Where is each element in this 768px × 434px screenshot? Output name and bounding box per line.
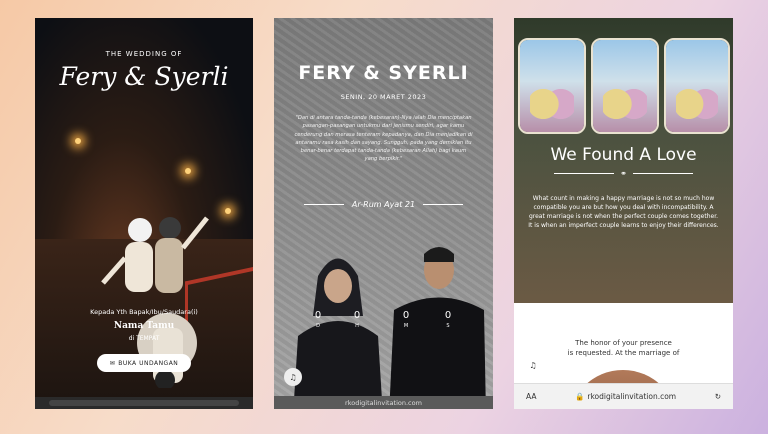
divider xyxy=(554,173,615,174)
envelope-icon: ✉ xyxy=(109,359,116,367)
browser-bar xyxy=(35,397,253,409)
street-light xyxy=(185,168,191,174)
countdown-hours: 0 H xyxy=(347,310,367,329)
couple-names-script: Fery & Syerli xyxy=(59,62,229,91)
couple-title: FERY & SYERLI xyxy=(298,62,469,84)
quran-quote: "Dan di antara tanda-tanda (kebesaran)-N… xyxy=(294,115,473,163)
love-story-phone: We Found A Love ⚭ What count in making a… xyxy=(514,18,733,409)
honor-line: is requested. At the marriage of xyxy=(567,349,680,357)
open-invitation-label: BUKA UNDANGAN xyxy=(118,359,179,367)
gallery-photo[interactable] xyxy=(518,38,586,134)
countdown-days: 0 D xyxy=(308,310,328,329)
text-size-button[interactable]: AA xyxy=(526,392,536,401)
love-heading: We Found A Love xyxy=(550,145,697,165)
browser-url-bar[interactable]: AA 🔒 rkodigitalinvitation.com ↻ xyxy=(514,383,733,409)
verse-reference: Ar-Rum Ayat 21 xyxy=(274,200,493,209)
divider xyxy=(632,173,693,174)
music-note-icon: ♫ xyxy=(289,372,297,382)
honor-text: The honor of your presence is requested.… xyxy=(514,338,733,358)
music-note-icon: ♫ xyxy=(529,360,537,370)
gallery-photo[interactable] xyxy=(664,38,730,134)
countdown-seconds-label: S xyxy=(446,323,450,329)
url-display[interactable]: 🔒 rkodigitalinvitation.com xyxy=(575,392,676,401)
countdown-minutes-label: M xyxy=(403,323,409,329)
countdown-hours-label: H xyxy=(355,323,359,329)
verse-label: Ar-Rum Ayat 21 xyxy=(351,200,416,209)
guest-place: di TEMPAT xyxy=(128,335,160,342)
countdown-minutes: 0 M xyxy=(396,310,416,329)
browser-url-bar[interactable]: rkodigitalinvitation.com xyxy=(274,396,493,409)
divider xyxy=(303,204,344,205)
url-text: rkodigitalinvitation.com xyxy=(345,398,422,407)
rings-icon: ⚭ xyxy=(620,169,627,178)
countdown-hours-value: 0 xyxy=(353,310,361,321)
rings-divider: ⚭ xyxy=(514,169,733,178)
music-toggle-button[interactable]: ♫ xyxy=(524,356,542,374)
verse-countdown-phone: FERY & SYERLI SENIN, 20 MARET 2023 "Dan … xyxy=(274,18,493,409)
countdown-days-label: D xyxy=(316,323,320,329)
reload-icon[interactable]: ↻ xyxy=(715,392,721,401)
street-light xyxy=(75,138,81,144)
gallery-photo[interactable] xyxy=(591,38,659,134)
bride-photo xyxy=(293,258,383,409)
countdown-minutes-value: 0 xyxy=(402,310,410,321)
countdown-seconds-value: 0 xyxy=(444,310,452,321)
guest-name: Nama Tamu xyxy=(113,321,175,331)
love-quote-paragraph: What count in making a happy marriage is… xyxy=(528,195,719,229)
open-invitation-button[interactable]: ✉ BUKA UNDANGAN xyxy=(97,354,191,372)
wedding-pre-title: THE WEDDING OF xyxy=(105,50,183,58)
recipient-salutation: Kepada Yth Bapak/Ibu/Saudara(i) xyxy=(90,308,198,316)
wedding-date: SENIN, 20 MARET 2023 xyxy=(340,93,427,101)
invitation-cover-phone: THE WEDDING OF Fery & Syerli Kepada Yth … xyxy=(35,18,253,409)
honor-line: The honor of your presence xyxy=(575,339,672,347)
lock-icon: 🔒 xyxy=(575,392,585,401)
countdown-seconds: 0 S xyxy=(438,310,458,329)
url-text: rkodigitalinvitation.com xyxy=(587,392,677,401)
music-toggle-button[interactable]: ♫ xyxy=(284,368,302,386)
divider xyxy=(423,204,464,205)
countdown-days-value: 0 xyxy=(314,310,322,321)
address-pill[interactable] xyxy=(49,400,239,406)
